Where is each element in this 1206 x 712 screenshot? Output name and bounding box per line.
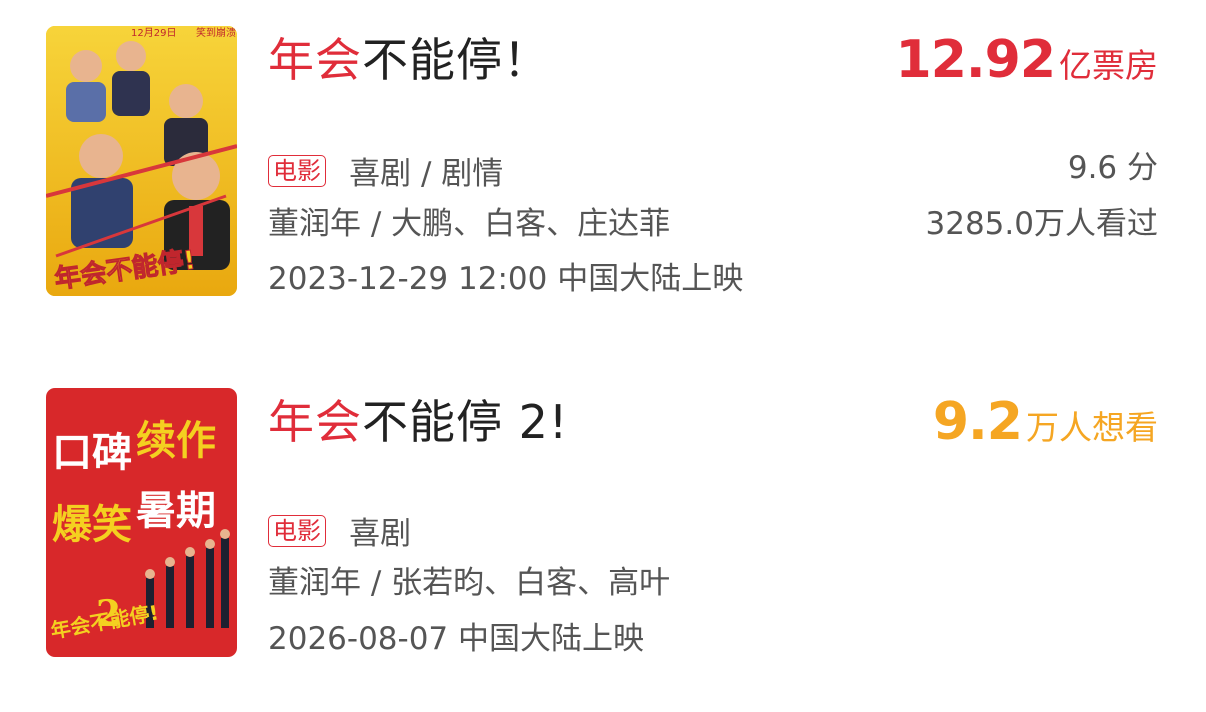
poster-image: 口碑 续作 爆笑 暑期 年会不能停! 2 xyxy=(46,388,237,657)
title-rest: 不能停！ xyxy=(362,33,550,87)
poster-tagline: 笑到崩溃 xyxy=(196,26,236,39)
movie-poster[interactable]: 口碑 续作 爆笑 暑期 年会不能停! 2 xyxy=(46,388,237,657)
movie-type-badge: 电影 xyxy=(268,514,326,547)
viewer-count: 3285.0万人看过 xyxy=(925,206,1158,242)
poster-image: 笑到崩溃 12月29日 年会不能停! xyxy=(46,26,237,296)
movie-cast: 董润年 / 张若昀、白客、高叶 xyxy=(268,565,671,601)
poster-logo-number: 2 xyxy=(96,593,121,635)
want-to-see-unit: 万人想看 xyxy=(1026,408,1158,447)
poster-line2-b: 暑期 xyxy=(136,488,216,534)
tag-row: 电影 喜剧 xyxy=(268,508,411,552)
title-highlight: 年会 xyxy=(268,395,362,449)
movie-genres: 喜剧 xyxy=(349,516,412,552)
title-highlight: 年会 xyxy=(268,33,362,87)
box-office-stat: 12.92 亿票房 xyxy=(896,28,1158,104)
release-info: 2023-12-29 12:00 中国大陆上映 xyxy=(268,261,744,297)
movie-title[interactable]: 年会不能停 2! xyxy=(268,394,568,450)
box-office-unit: 亿票房 xyxy=(1059,46,1158,85)
movie-type-badge: 电影 xyxy=(268,154,326,187)
movie-list-item[interactable]: 笑到崩溃 12月29日 年会不能停! 年会不能停！ 12.92 亿票房 电影 喜剧… xyxy=(0,0,1206,300)
poster-line2-a: 爆笑 xyxy=(52,502,132,548)
box-office-value: 12.92 xyxy=(895,30,1056,90)
movie-poster[interactable]: 笑到崩溃 12月29日 年会不能停! xyxy=(46,26,237,296)
title-rest: 不能停 2! xyxy=(362,395,569,449)
movie-list-item[interactable]: 口碑 续作 爆笑 暑期 年会不能停! 2 年会不能停 2! 9.2 万人想看 电… xyxy=(0,360,1206,660)
poster-line1-a: 口碑 xyxy=(52,430,132,476)
want-to-see-stat: 9.2 万人想看 xyxy=(933,390,1158,466)
movie-genres: 喜剧 / 剧情 xyxy=(349,156,504,192)
want-to-see-value: 9.2 xyxy=(932,392,1023,452)
movie-score: 9.6 分 xyxy=(1067,150,1158,186)
release-info: 2026-08-07 中国大陆上映 xyxy=(268,621,645,657)
movie-cast: 董润年 / 大鹏、白客、庄达菲 xyxy=(268,206,671,242)
tag-row: 电影 喜剧 / 剧情 xyxy=(268,148,503,192)
poster-date: 12月29日 xyxy=(131,27,176,39)
movie-title[interactable]: 年会不能停！ xyxy=(268,32,550,88)
poster-line1-b: 续作 xyxy=(136,418,216,464)
